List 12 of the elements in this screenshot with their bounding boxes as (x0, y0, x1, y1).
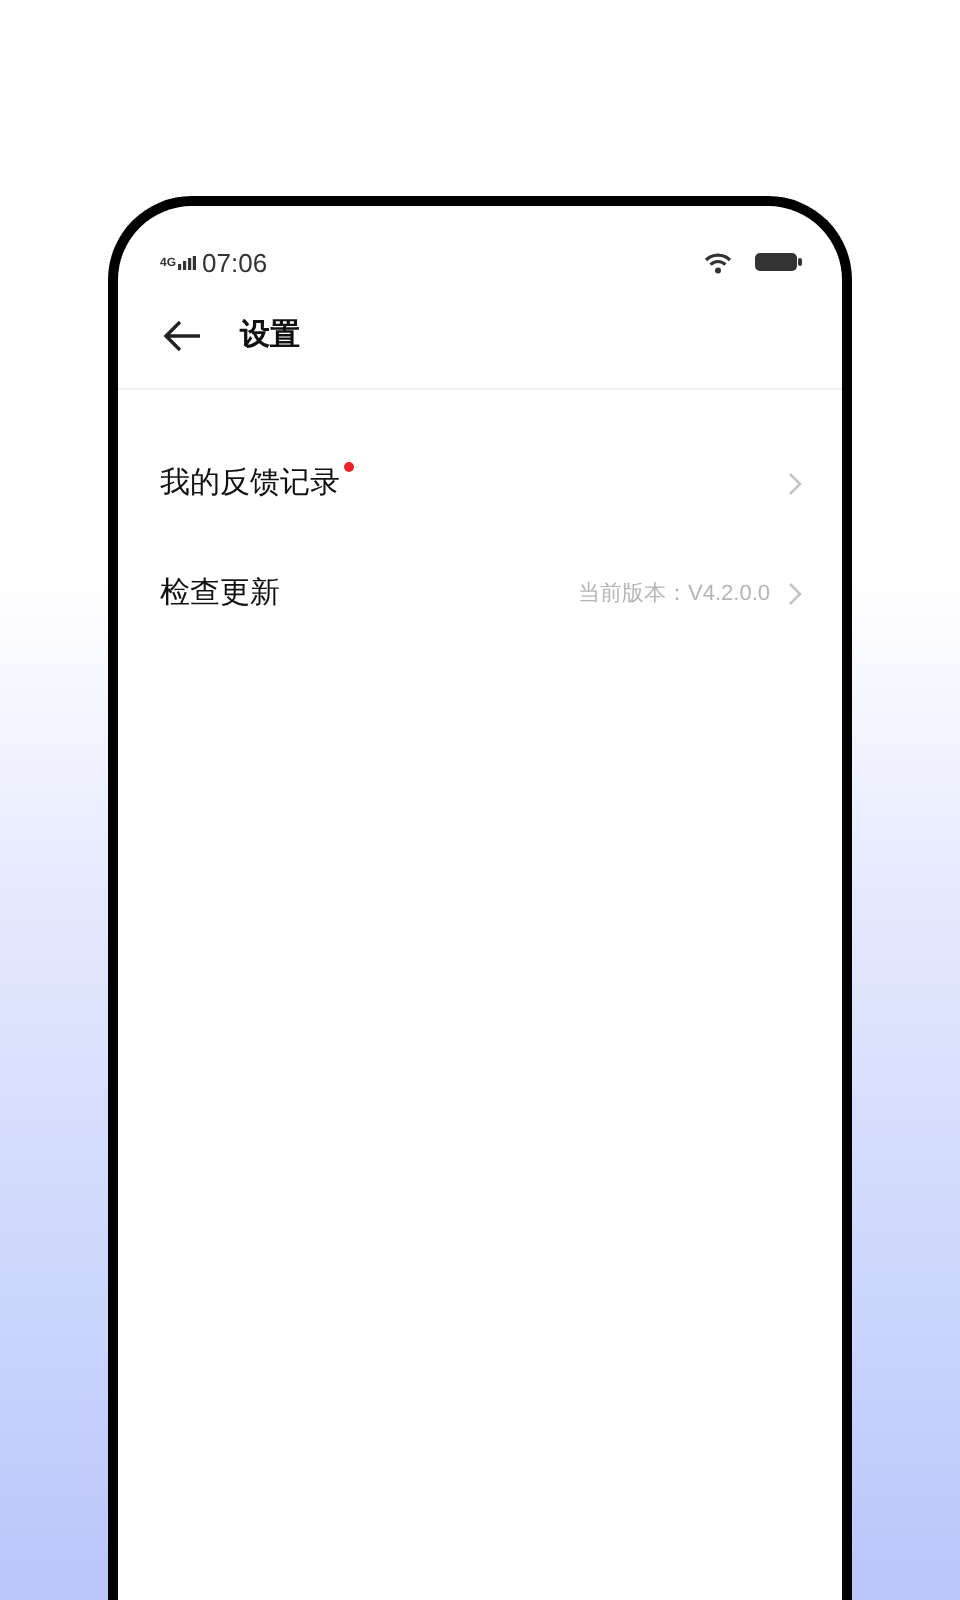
settings-item[interactable]: 检查更新 当前版本：V4.2.0.0 (118, 538, 842, 648)
item-label: 我的反馈记录 (160, 464, 340, 502)
chevron-right-icon (788, 581, 802, 605)
chevron-right-icon (788, 471, 802, 495)
wifi-icon (704, 251, 732, 273)
item-label: 检查更新 (160, 574, 280, 612)
battery-icon (754, 252, 802, 272)
settings-item[interactable]: 我的反馈记录 (118, 428, 842, 538)
back-arrow-icon[interactable] (162, 319, 202, 351)
version-text: 当前版本：V4.2.0.0 (578, 580, 770, 608)
page-title: 设置 (240, 316, 300, 354)
status-time: 07:06 (202, 247, 268, 277)
